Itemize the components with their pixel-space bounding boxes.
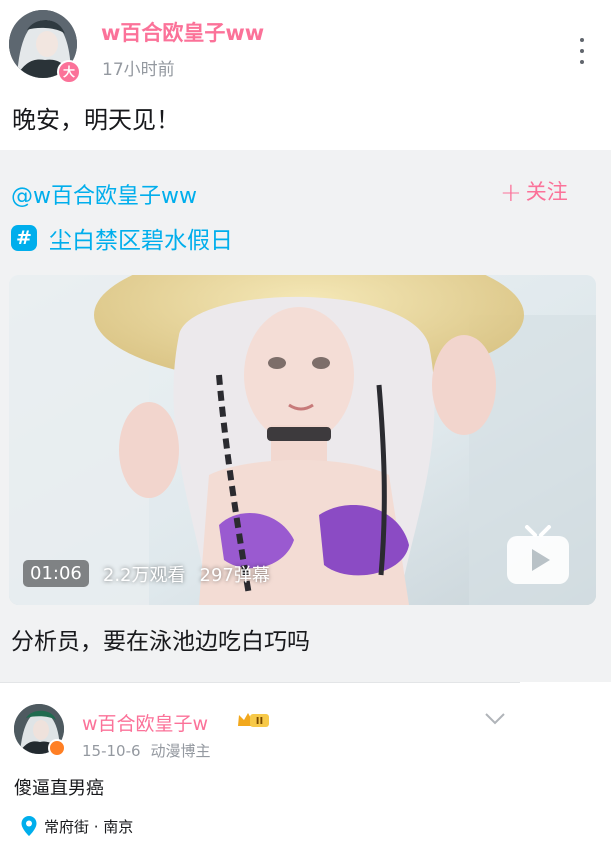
topic-label: 尘白禁区碧水假日 bbox=[49, 228, 233, 254]
divider bbox=[0, 682, 520, 683]
verified-badge-icon bbox=[48, 739, 66, 757]
hashtag-icon: # bbox=[11, 225, 37, 251]
video-duration: 01:06 bbox=[23, 560, 89, 587]
commenter-tag: 动漫博主 bbox=[150, 742, 211, 760]
level-crown-icon: II bbox=[238, 713, 269, 727]
user-level-badge: 大 bbox=[57, 60, 81, 84]
post-time: 17小时前 bbox=[102, 60, 175, 80]
plus-icon: + bbox=[500, 178, 522, 208]
svg-text:II: II bbox=[256, 716, 263, 727]
post-text: 晚安，明天见！ bbox=[12, 106, 180, 134]
more-vertical-icon[interactable] bbox=[568, 34, 596, 68]
video-title[interactable]: 分析员，要在泳池边吃白巧吗 bbox=[11, 622, 310, 656]
repost-card[interactable]: @w百合欧皇子ww + 关注 # 尘白禁区碧水假日 01:06 2.2万观看 2… bbox=[0, 150, 611, 682]
commenter-avatar[interactable] bbox=[14, 704, 66, 757]
comment-date: 15-10-6 bbox=[82, 742, 141, 760]
post-author-name[interactable]: w百合欧皇子ww bbox=[101, 17, 264, 47]
video-views: 2.2万观看 bbox=[102, 564, 186, 586]
origin-author-link[interactable]: @w百合欧皇子ww bbox=[11, 178, 197, 210]
video-danmaku-count: 297弹幕 bbox=[199, 564, 270, 586]
author-avatar[interactable]: 大 bbox=[9, 10, 81, 84]
post-header: 大 w百合欧皇子ww 17小时前 bbox=[0, 0, 611, 90]
tv-play-icon[interactable] bbox=[503, 525, 573, 587]
video-meta: 01:06 2.2万观看 297弹幕 bbox=[23, 560, 270, 587]
comment-meta: 15-10-6 动漫博主 bbox=[82, 740, 211, 761]
video-thumbnail[interactable]: 01:06 2.2万观看 297弹幕 bbox=[9, 275, 596, 605]
comment-item: w百合欧皇子w II 15-10-6 动漫博主 傻逼直男癌 常府街 · 南京 bbox=[0, 682, 611, 847]
comment-text: 傻逼直男癌 bbox=[14, 778, 104, 799]
location-tag[interactable]: 常府街 · 南京 bbox=[14, 812, 143, 840]
follow-label: 关注 bbox=[525, 180, 568, 204]
location-text: 常府街 · 南京 bbox=[44, 817, 134, 836]
topic-tag[interactable]: # 尘白禁区碧水假日 bbox=[11, 222, 233, 254]
chevron-down-icon[interactable] bbox=[484, 712, 506, 726]
location-pin-icon bbox=[21, 816, 37, 836]
follow-button[interactable]: + 关注 bbox=[500, 176, 568, 208]
commenter-name[interactable]: w百合欧皇子w bbox=[82, 709, 208, 736]
